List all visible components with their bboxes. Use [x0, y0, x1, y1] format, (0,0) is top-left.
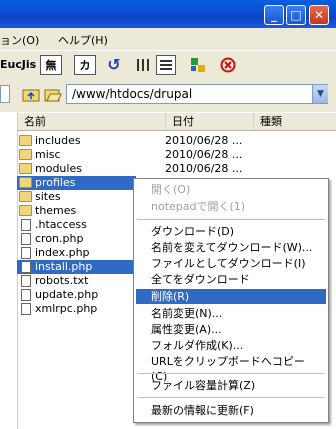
kana-button[interactable]: カナ [74, 55, 96, 92]
menu-refresh[interactable]: 最新の情報に更新(F) [150, 403, 317, 418]
close-button[interactable]: ✕ [309, 5, 329, 25]
file-icon [21, 261, 31, 273]
list-item[interactable]: includes 2010/06/28 ... [17, 134, 317, 148]
folder-icon [19, 135, 32, 146]
menu-delete[interactable]: 削除(R) [136, 289, 326, 304]
menu-attributes[interactable]: 属性変更(A)... [150, 322, 317, 337]
file-name: misc [35, 148, 61, 161]
list-view-icon[interactable] [134, 55, 152, 75]
menu-rename[interactable]: 名前変更(N)... [150, 306, 317, 321]
file-date: 2010/06/28 ... [165, 134, 243, 147]
open-folder-icon[interactable] [44, 86, 62, 102]
file-name: cron.php [35, 232, 84, 245]
file-name: robots.txt [35, 274, 89, 287]
menu-bar [0, 28, 336, 50]
menu-download[interactable]: ダウンロード(D) [150, 224, 317, 239]
list-item[interactable]: modules 2010/06/28 ... [17, 162, 317, 176]
column-type[interactable]: 種類 [253, 113, 336, 130]
menu-open[interactable]: 開く(O) [150, 182, 317, 197]
menu-separator [137, 397, 325, 398]
file-date: 2010/06/28 ... [165, 148, 243, 161]
address-scroll-edge [0, 85, 10, 103]
menu-download-all[interactable]: 全てをダウンロード [150, 272, 317, 287]
folder-icon [19, 177, 32, 188]
file-icon [21, 247, 31, 259]
menu-copy-url[interactable]: URLをクリップボードへコピー(C) [150, 354, 317, 383]
up-folder-icon[interactable] [22, 86, 40, 102]
column-name[interactable]: 名前 [17, 113, 165, 130]
no-convert-button[interactable]: 無 [40, 55, 62, 75]
menu-rename-download[interactable]: 名前を変えてダウンロード(W)... [150, 240, 317, 255]
file-name: includes [35, 134, 81, 147]
menu-new-folder[interactable]: フォルダ作成(K)... [150, 338, 317, 353]
folder-icon [19, 191, 32, 202]
file-date: 2010/06/28 ... [165, 162, 243, 175]
menu-help[interactable]: ヘルプ(H) [58, 32, 108, 48]
file-icon [21, 233, 31, 245]
menu-calc-size[interactable]: ファイル容量計算(Z) [150, 378, 317, 393]
file-name: index.php [35, 246, 90, 259]
file-icon [21, 303, 31, 315]
file-icon [21, 275, 31, 287]
folder-icon [19, 205, 32, 216]
tree-margin [0, 112, 18, 429]
menu-operation[interactable]: ョン(O) [0, 32, 39, 48]
chevron-down-icon[interactable]: ▼ [312, 85, 328, 103]
file-name: xmlrpc.php [35, 302, 98, 315]
euc-button[interactable]: Euc [0, 55, 22, 75]
sync-icon[interactable] [188, 55, 208, 75]
file-icon [21, 219, 31, 231]
maximize-button[interactable]: □ [286, 5, 306, 25]
menu-download-as-file[interactable]: ファイルとしてダウンロード(I) [150, 256, 317, 271]
file-name: sites [35, 190, 61, 203]
list-item[interactable]: misc 2010/06/28 ... [17, 148, 317, 162]
file-name: themes [35, 204, 77, 217]
jis-button[interactable]: Jis [20, 55, 38, 75]
file-icon [21, 289, 31, 301]
column-date[interactable]: 日付 [165, 113, 253, 130]
file-name: modules [35, 162, 82, 175]
minimize-button[interactable]: _ [264, 5, 284, 25]
file-name: profiles [35, 176, 76, 189]
menu-open-notepad[interactable]: notepadで開く(1) [150, 199, 317, 214]
menu-separator [137, 219, 325, 220]
list-item[interactable]: install.php [17, 260, 136, 274]
detail-view-icon[interactable] [156, 55, 176, 75]
file-name: install.php [35, 260, 93, 273]
menu-separator [137, 373, 325, 374]
stop-icon[interactable] [218, 55, 238, 75]
list-item[interactable]: profiles2010/06/28 [17, 176, 228, 190]
folder-icon [19, 163, 32, 174]
refresh-icon[interactable]: ↺ [104, 55, 124, 75]
file-name: update.php [35, 288, 99, 301]
address-value: /www/htdocs/drupal [72, 87, 193, 101]
folder-icon [19, 149, 32, 160]
file-name: .htaccess [35, 218, 87, 231]
